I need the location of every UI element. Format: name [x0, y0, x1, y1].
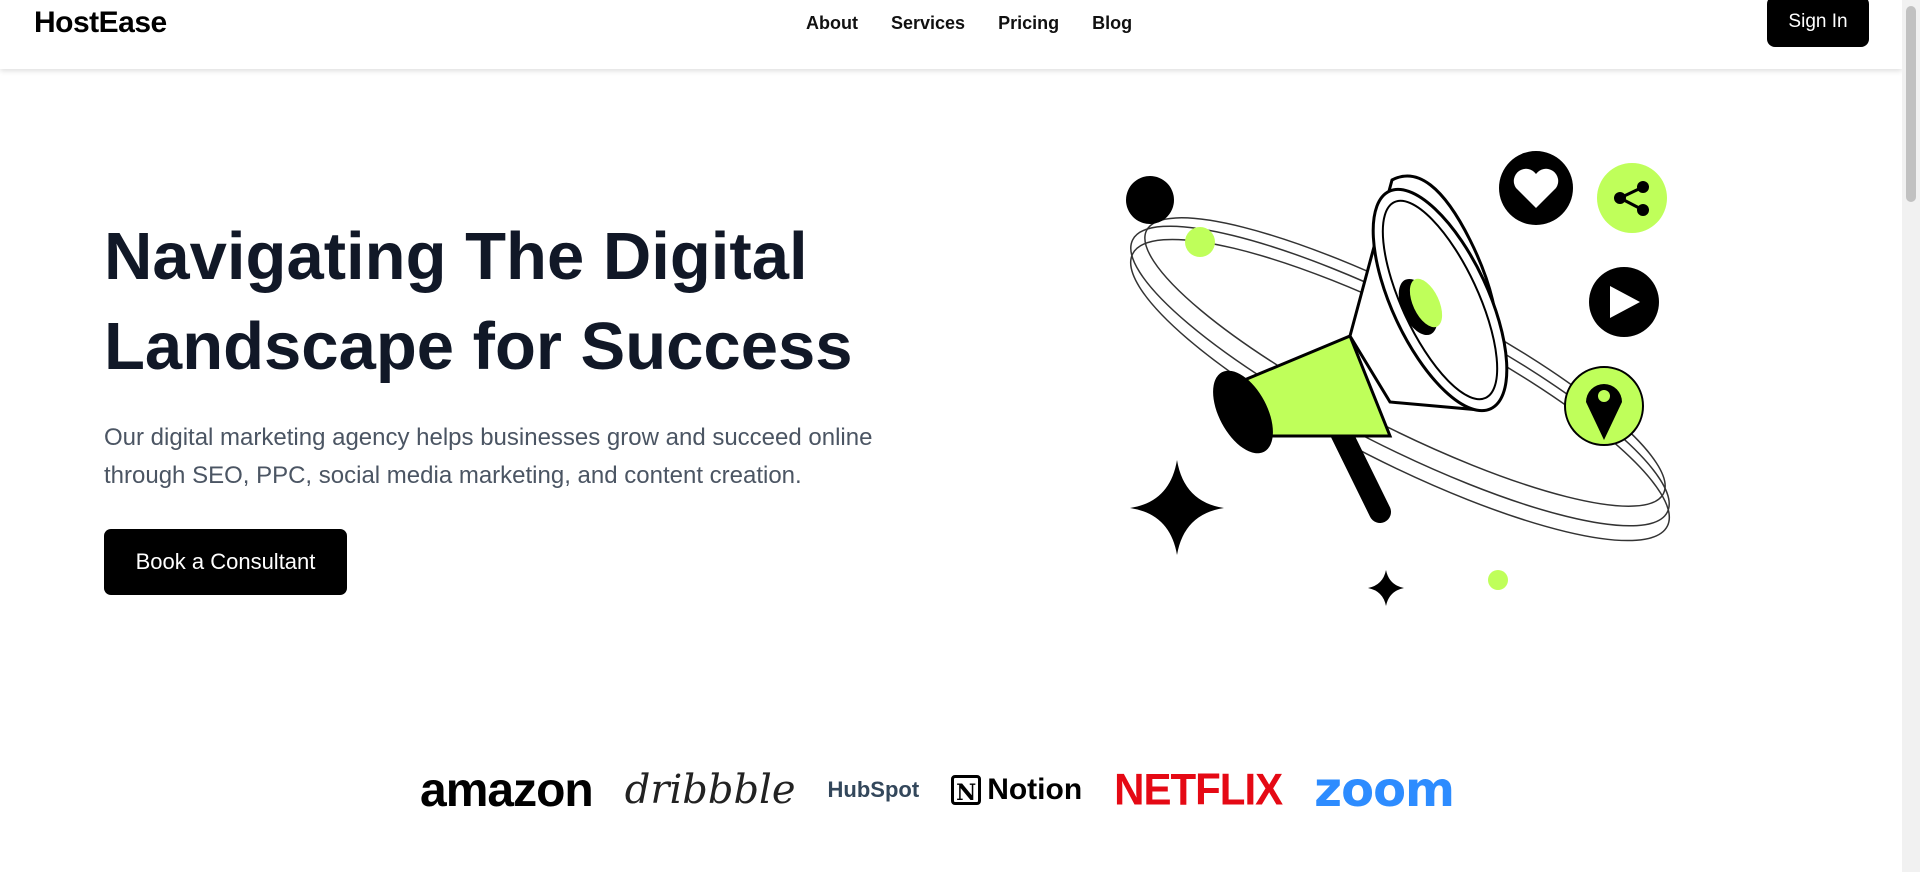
hero-description: Our digital marketing agency helps busin…: [104, 424, 873, 489]
hero-title: Navigating The Digital Landscape for Suc…: [104, 219, 853, 384]
play-icon: [1589, 267, 1659, 337]
heart-icon: [1499, 151, 1573, 225]
hero-illustration: [1126, 151, 1671, 606]
green-dot: [1185, 227, 1215, 257]
scrollbar-thumb[interactable]: [1906, 6, 1916, 202]
sparkle-star-icon: [1130, 460, 1224, 555]
hubspot-logo: HubSpot: [827, 777, 920, 802]
netflix-logo: NETFLIX: [1114, 764, 1283, 815]
client-logos: amazon dribbble HubSpot N Notion NETFLIX…: [420, 760, 1480, 820]
black-dot: [1126, 176, 1174, 224]
sign-in-button[interactable]: Sign In: [1767, 0, 1869, 47]
green-dot-small: [1488, 570, 1508, 590]
share-icon: [1597, 163, 1667, 233]
main-nav: About Services Pricing Blog: [806, 13, 1132, 34]
notion-logo: N Notion: [951, 773, 1082, 807]
amazon-logo: amazon: [420, 763, 594, 817]
zoom-logo: zoom: [1314, 762, 1455, 818]
nav-link-about[interactable]: About: [806, 13, 858, 34]
small-star-icon: [1368, 570, 1404, 606]
notion-logo-text: Notion: [987, 773, 1083, 806]
nav-link-pricing[interactable]: Pricing: [998, 13, 1059, 34]
page-scrollbar[interactable]: [1902, 0, 1920, 872]
location-pin-icon: [1564, 366, 1644, 446]
dribbble-logo: dribbble: [624, 767, 796, 813]
nav-link-services[interactable]: Services: [891, 13, 965, 34]
page: HostEase About Services Pricing Blog Sig…: [0, 0, 1902, 872]
notion-mark-icon: N: [951, 775, 982, 806]
brand-logo[interactable]: HostEase: [34, 6, 167, 40]
megaphone-icon: [1213, 174, 1509, 523]
navbar: HostEase About Services Pricing Blog Sig…: [0, 0, 1902, 69]
book-consultant-button[interactable]: Book a Consultant: [104, 529, 347, 595]
nav-link-blog[interactable]: Blog: [1092, 13, 1132, 34]
